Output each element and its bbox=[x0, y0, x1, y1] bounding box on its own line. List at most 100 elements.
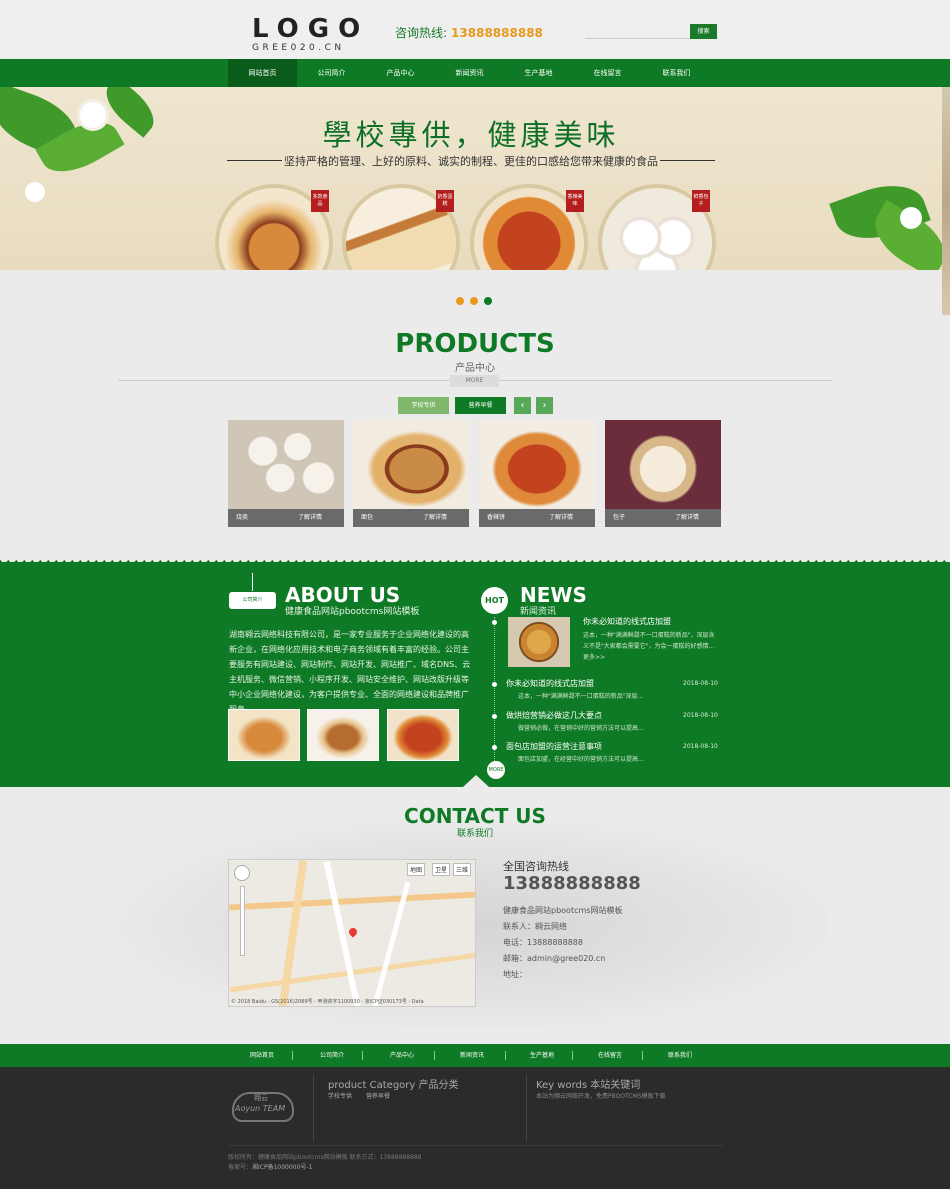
contact-company: 健康食品网站pbootcms网站模板 bbox=[503, 906, 623, 915]
chevron-left-icon[interactable]: ‹ bbox=[514, 397, 531, 414]
news-bullet bbox=[492, 682, 497, 687]
nav-item-message[interactable]: 在线留言 bbox=[573, 59, 642, 87]
slider-dot-active[interactable] bbox=[484, 297, 492, 305]
banner-subtitle: 坚持严格的管理、上好的原料、诚实的制程、更佳的口感给您带来健康的食品 bbox=[227, 153, 715, 169]
search-button[interactable]: 搜索 bbox=[690, 24, 717, 39]
products-subtitle: 产品中心 bbox=[455, 363, 495, 374]
divider bbox=[313, 1075, 314, 1141]
flower-decoration bbox=[900, 207, 922, 229]
product-name: 面包 bbox=[361, 514, 374, 521]
divider bbox=[642, 1051, 643, 1060]
product-card[interactable]: 香辣饼 了解详情 bbox=[479, 420, 595, 527]
product-card[interactable]: 烧卖 了解详情 bbox=[228, 420, 344, 527]
contact-email[interactable]: 邮箱：admin@gree020.cn bbox=[503, 953, 605, 964]
map-marker-icon[interactable] bbox=[347, 926, 359, 938]
product-detail-link[interactable]: 了解详情 bbox=[423, 509, 447, 527]
product-image bbox=[353, 420, 469, 509]
about-news-section bbox=[0, 560, 950, 787]
news-item-title[interactable]: 你未必知道的线式店加盟 bbox=[506, 678, 594, 689]
about-thumbnail[interactable] bbox=[387, 709, 459, 761]
baidu-map[interactable]: 地图 卫星 三维 © 2018 Baidu - GS(2016)2089号 - … bbox=[228, 859, 476, 1007]
contact-hotline-number: 13888888888 bbox=[503, 873, 641, 894]
slider-dot[interactable] bbox=[456, 297, 464, 305]
news-subtitle: 新闻资讯 bbox=[520, 607, 557, 617]
news-featured-image[interactable] bbox=[508, 617, 570, 667]
nav-item-base[interactable]: 生产基地 bbox=[504, 59, 573, 87]
logo-text: LOGO bbox=[252, 14, 370, 44]
footer-nav-contact[interactable]: 联系我们 bbox=[668, 1044, 692, 1067]
footer-nav-about[interactable]: 公司简介 bbox=[320, 1044, 344, 1067]
footer-logo[interactable]: 翱云 Aoyun TEAM bbox=[232, 1088, 294, 1128]
banner-title: 學校專供，健康美味 bbox=[322, 118, 620, 152]
map-type-button[interactable]: 地图 bbox=[407, 863, 426, 876]
product-name: 香辣饼 bbox=[487, 514, 506, 521]
product-caption: 香辣饼 了解详情 bbox=[479, 509, 595, 527]
product-caption: 包子 了解详情 bbox=[605, 509, 721, 527]
divider bbox=[434, 1051, 435, 1060]
news-item-title[interactable]: 面包店加盟的运营注意事项 bbox=[506, 741, 602, 752]
header-hotline: 咨询热线: 13888888888 bbox=[395, 24, 543, 41]
products-more-button[interactable]: MORE bbox=[450, 375, 499, 387]
footer-category-link[interactable]: 学校专供 bbox=[328, 1091, 352, 1100]
product-image bbox=[479, 420, 595, 509]
product-detail-link[interactable]: 了解详情 bbox=[298, 509, 322, 527]
product-detail-link[interactable]: 了解详情 bbox=[675, 509, 699, 527]
news-more-button[interactable]: MORE bbox=[487, 761, 505, 779]
divider bbox=[526, 1075, 527, 1141]
banner-tag: 多款食品 bbox=[311, 190, 329, 212]
news-item-summary: 做营销必做，在营销中好的营销方法可以提高... bbox=[518, 725, 644, 732]
search-input[interactable] bbox=[585, 26, 690, 39]
divider bbox=[292, 1051, 293, 1060]
nav-item-home[interactable]: 网站首页 bbox=[228, 59, 297, 87]
contact-subtitle: 联系我们 bbox=[456, 829, 493, 839]
tab-breakfast[interactable]: 营养早餐 bbox=[455, 397, 506, 414]
product-name: 烧卖 bbox=[236, 514, 249, 521]
nav-item-news[interactable]: 新闻资讯 bbox=[435, 59, 504, 87]
contact-person: 联系人：翱云网络 bbox=[503, 922, 567, 931]
footer-icp-link[interactable]: 湘ICP备1000000号-1 bbox=[252, 1164, 312, 1171]
footer-nav-news[interactable]: 新闻资讯 bbox=[460, 1044, 484, 1067]
product-name: 包子 bbox=[613, 514, 626, 521]
about-thumbnail[interactable] bbox=[307, 709, 379, 761]
map-road bbox=[278, 860, 308, 1006]
footer-keywords-text: 本站为翱云网络开发，免费PBOOTCMS模板下载 bbox=[536, 1093, 666, 1100]
logo[interactable]: LOGO GREE020.CN bbox=[252, 16, 369, 54]
nav-item-about[interactable]: 公司简介 bbox=[297, 59, 366, 87]
footer-category-link[interactable]: 营养早餐 bbox=[366, 1091, 390, 1100]
banner-tag: 奶香蛋糕 bbox=[436, 190, 454, 212]
products-title: PRODUCTS bbox=[395, 329, 555, 359]
section-pointer bbox=[463, 775, 489, 787]
product-card[interactable]: 包子 了解详情 bbox=[605, 420, 721, 527]
tab-school-supply[interactable]: 学校专供 bbox=[398, 397, 449, 414]
divider bbox=[228, 1145, 723, 1146]
news-item-date: 2018-08-10 bbox=[683, 712, 718, 719]
footer-category-title: product Category 产品分类 bbox=[328, 1080, 459, 1091]
slider-dot[interactable] bbox=[470, 297, 478, 305]
news-item-title[interactable]: 做烘焙营销必做这几大要点 bbox=[506, 710, 602, 721]
product-caption: 面包 了解详情 bbox=[353, 509, 469, 527]
footer-icp: 备案号：湘ICP备1000000号-1 bbox=[228, 1162, 312, 1171]
footer-nav-base[interactable]: 生产基地 bbox=[530, 1044, 554, 1067]
map-type-button[interactable]: 卫星 bbox=[432, 863, 451, 876]
footer-nav-home[interactable]: 网站首页 bbox=[250, 1044, 274, 1067]
map-pan-control[interactable] bbox=[234, 865, 250, 881]
news-item-summary: 这本，一种"满满鲜甜不一口蛋糕的新品"深层... bbox=[518, 693, 644, 700]
hero-banner[interactable]: 學校專供，健康美味 坚持严格的管理、上好的原料、诚实的制程、更佳的口感给您带来健… bbox=[0, 87, 942, 270]
map-zoom-slider[interactable] bbox=[240, 886, 245, 956]
nav-item-contact[interactable]: 联系我们 bbox=[642, 59, 711, 87]
product-card[interactable]: 面包 了解详情 bbox=[353, 420, 469, 527]
nav-item-products[interactable]: 产品中心 bbox=[366, 59, 435, 87]
product-detail-link[interactable]: 了解详情 bbox=[549, 509, 573, 527]
chevron-right-icon[interactable]: › bbox=[536, 397, 553, 414]
footer-logo-text: Aoyun TEAM bbox=[235, 1104, 286, 1113]
footer-nav: 网站首页 公司简介 产品中心 新闻资讯 生产基地 在线留言 联系我们 bbox=[0, 1044, 950, 1067]
footer-nav-message[interactable]: 在线留言 bbox=[598, 1044, 622, 1067]
contact-phone: 电话：13888888888 bbox=[503, 938, 583, 947]
footer-nav-products[interactable]: 产品中心 bbox=[390, 1044, 414, 1067]
about-thumbnail[interactable] bbox=[228, 709, 300, 761]
contact-hotline-label: 全国咨询热线 bbox=[503, 860, 569, 873]
map-type-button[interactable]: 三维 bbox=[453, 863, 472, 876]
product-image bbox=[228, 420, 344, 509]
news-featured-title[interactable]: 你未必知道的线式店加盟 bbox=[583, 616, 671, 627]
contact-address: 地址： bbox=[503, 970, 527, 979]
